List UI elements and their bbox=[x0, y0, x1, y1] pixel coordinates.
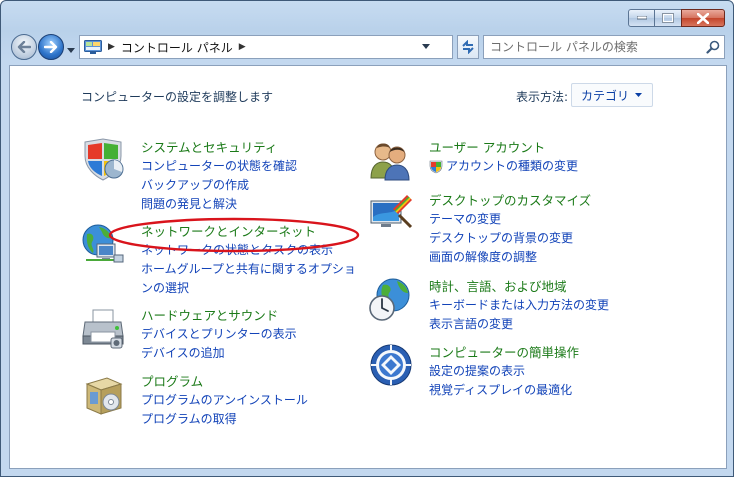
category-title[interactable]: プログラム bbox=[141, 372, 308, 391]
category-link[interactable]: プログラムの取得 bbox=[141, 410, 308, 429]
user-accounts-icon bbox=[370, 143, 410, 181]
forward-button[interactable] bbox=[38, 34, 64, 60]
category-title[interactable]: ハードウェアとサウンド bbox=[141, 306, 297, 325]
category-link[interactable]: コンピューターの状態を確認 bbox=[141, 157, 297, 176]
category-link[interactable]: ホームグループと共有に関するオプショ bbox=[141, 260, 356, 279]
category-link[interactable]: アカウントの種類の変更 bbox=[429, 157, 578, 176]
arrow-left-icon bbox=[17, 41, 31, 53]
category-title[interactable]: 時計、言語、および地域 bbox=[429, 277, 609, 296]
maximize-icon bbox=[662, 13, 674, 23]
breadcrumb-control-panel[interactable]: コントロール パネル bbox=[121, 39, 233, 56]
control-panel-icon bbox=[84, 40, 102, 54]
category-body: コンピューターの簡単操作 設定の提案の表示 視覚ディスプレイの最適化 bbox=[429, 343, 579, 400]
printer-icon bbox=[82, 309, 124, 349]
refresh-icon bbox=[462, 40, 474, 54]
category-link[interactable]: ンの選択 bbox=[141, 279, 356, 298]
category-body: 時計、言語、および地域 キーボードまたは入力方法の変更 表示言語の変更 bbox=[429, 277, 609, 334]
desktop-appearance-icon bbox=[370, 195, 413, 229]
view-by-label: 表示方法: bbox=[516, 90, 569, 104]
category-body: システムとセキュリティ コンピューターの状態を確認 バックアップの作成 問題の発… bbox=[141, 138, 297, 214]
search-box[interactable] bbox=[483, 35, 725, 59]
category-link[interactable]: 視覚ディスプレイの最適化 bbox=[429, 381, 579, 400]
breadcrumb-separator[interactable]: ▶ bbox=[239, 42, 246, 52]
close-icon bbox=[697, 12, 709, 24]
category-link[interactable]: 表示言語の変更 bbox=[429, 315, 609, 334]
category-link[interactable]: ネットワークの状態とタスクの表示 bbox=[141, 241, 356, 260]
arrow-right-icon bbox=[44, 41, 58, 53]
security-shield-icon bbox=[84, 138, 124, 181]
search-icon[interactable] bbox=[706, 40, 720, 54]
caption-buttons bbox=[628, 9, 725, 27]
clock-globe-icon bbox=[369, 278, 410, 321]
back-button[interactable] bbox=[11, 34, 37, 60]
category-body: プログラム プログラムのアンインストール プログラムの取得 bbox=[141, 372, 308, 429]
chevron-down-icon bbox=[67, 48, 75, 53]
page-title: コンピューターの設定を調整します bbox=[81, 90, 274, 104]
category-body: デスクトップのカスタマイズ テーマの変更 デスクトップの背景の変更 画面の解像度… bbox=[429, 191, 591, 267]
category-link[interactable]: デバイスとプリンターの表示 bbox=[141, 325, 297, 344]
ease-of-access-icon bbox=[370, 344, 412, 386]
refresh-button[interactable] bbox=[457, 35, 479, 59]
close-button[interactable] bbox=[681, 9, 725, 27]
network-globe-icon bbox=[82, 224, 124, 263]
chevron-down-icon bbox=[635, 92, 643, 97]
content-pane: コンピューターの設定を調整します 表示方法: カテゴリ システムとセキュリティ … bbox=[9, 65, 727, 469]
minimize-button[interactable] bbox=[628, 9, 655, 27]
control-panel-window: ▶ コントロール パネル ▶ コンピューターの設定を調整します 表示方法: カテ… bbox=[0, 0, 734, 477]
view-by-dropdown[interactable]: カテゴリ bbox=[571, 83, 653, 107]
category-title[interactable]: システムとセキュリティ bbox=[141, 138, 297, 157]
category-title[interactable]: ユーザー アカウント bbox=[429, 138, 578, 157]
category-title[interactable]: デスクトップのカスタマイズ bbox=[429, 191, 591, 210]
view-by-value: カテゴリ bbox=[581, 88, 630, 103]
category-link[interactable]: プログラムのアンインストール bbox=[141, 391, 308, 410]
category-body: ハードウェアとサウンド デバイスとプリンターの表示 デバイスの追加 bbox=[141, 306, 297, 363]
category-title[interactable]: ネットワークとインターネット bbox=[141, 222, 356, 241]
address-bar[interactable]: ▶ コントロール パネル ▶ bbox=[79, 35, 453, 59]
breadcrumb-separator[interactable]: ▶ bbox=[108, 42, 115, 52]
category-body: ユーザー アカウント アカウントの種類の変更 bbox=[429, 138, 578, 176]
minimize-icon bbox=[636, 16, 647, 20]
navigation-bar: ▶ コントロール パネル ▶ bbox=[9, 33, 727, 61]
recent-pages-dropdown[interactable] bbox=[67, 43, 75, 57]
category-link[interactable]: 画面の解像度の調整 bbox=[429, 248, 591, 267]
address-dropdown-icon[interactable] bbox=[422, 44, 430, 50]
category-link[interactable]: キーボードまたは入力方法の変更 bbox=[429, 296, 609, 315]
maximize-button[interactable] bbox=[655, 9, 681, 27]
category-title[interactable]: コンピューターの簡単操作 bbox=[429, 343, 579, 362]
category-link[interactable]: 設定の提案の表示 bbox=[429, 362, 579, 381]
programs-box-icon bbox=[85, 377, 123, 415]
category-link[interactable]: バックアップの作成 bbox=[141, 176, 297, 195]
category-link[interactable]: テーマの変更 bbox=[429, 210, 591, 229]
category-link-label[interactable]: アカウントの種類の変更 bbox=[446, 157, 578, 176]
category-body: ネットワークとインターネット ネットワークの状態とタスクの表示 ホームグループと… bbox=[141, 222, 356, 298]
uac-shield-icon bbox=[429, 160, 443, 173]
category-link[interactable]: デスクトップの背景の変更 bbox=[429, 229, 591, 248]
search-input[interactable] bbox=[490, 37, 700, 57]
category-link[interactable]: 問題の発見と解決 bbox=[141, 195, 297, 214]
category-link[interactable]: デバイスの追加 bbox=[141, 344, 297, 363]
